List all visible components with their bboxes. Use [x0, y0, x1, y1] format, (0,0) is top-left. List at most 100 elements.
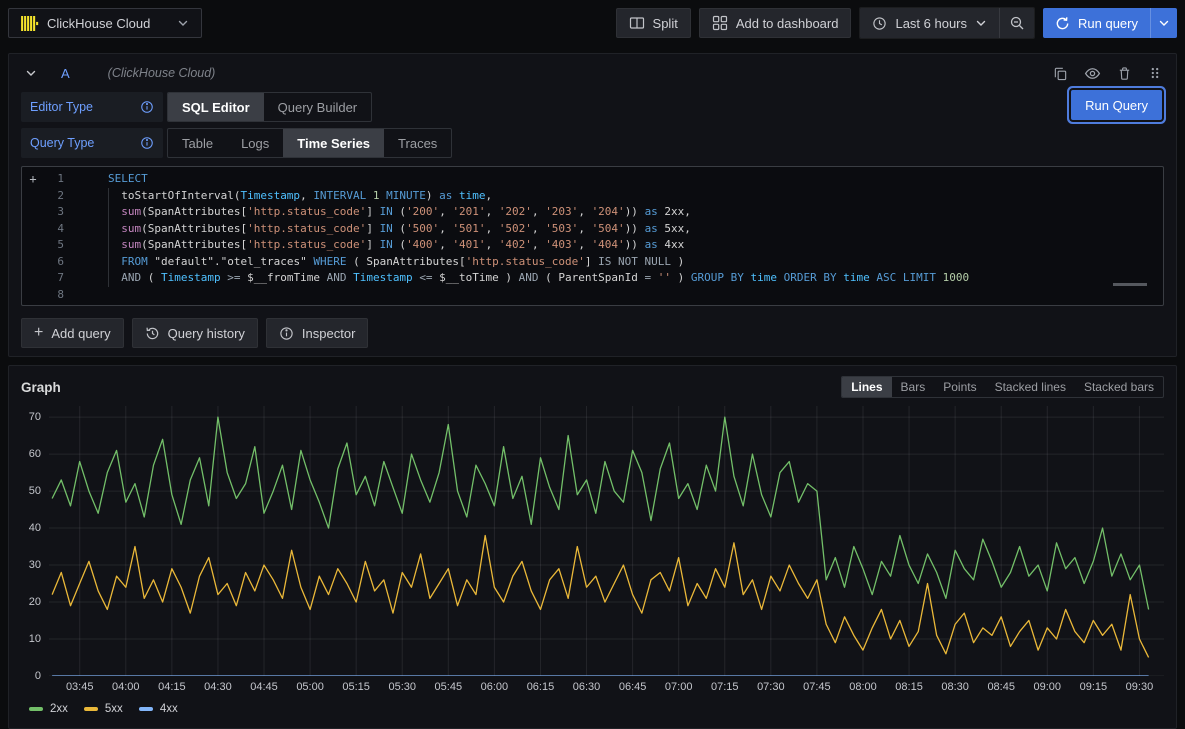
x-tick-label: 03:45 [66, 681, 94, 693]
split-label: Split [653, 16, 678, 31]
x-tick-label: 04:45 [250, 681, 278, 693]
option-logs[interactable]: Logs [227, 129, 283, 157]
query-type-row: Query Type TableLogsTime SeriesTraces [21, 128, 1164, 158]
sql-line-2[interactable]: 2 toStartOfInterval(Timestamp, INTERVAL … [22, 188, 1163, 205]
legend-item-2xx[interactable]: 2xx [29, 703, 68, 715]
y-tick-label: 10 [29, 633, 41, 645]
gutter-spacer [22, 221, 44, 238]
sql-code: +1SELECT2 toStartOfInterval(Timestamp, I… [22, 171, 1163, 303]
option-stacked-bars[interactable]: Stacked bars [1075, 377, 1163, 397]
copy-icon[interactable] [1053, 66, 1068, 81]
gutter-spacer [22, 287, 44, 304]
sql-line-1[interactable]: +1SELECT [22, 171, 1163, 188]
y-tick-label: 30 [29, 559, 41, 571]
datasource-picker[interactable]: ClickHouse Cloud [8, 8, 202, 38]
gutter-spacer [22, 270, 44, 287]
x-tick-label: 06:15 [527, 681, 555, 693]
sql-line-5[interactable]: 5 sum(SpanAttributes['http.status_code']… [22, 237, 1163, 254]
info-circle-icon[interactable] [140, 136, 154, 150]
add-to-dashboard-button[interactable]: Add to dashboard [699, 8, 852, 38]
time-range-label: Last 6 hours [895, 16, 967, 31]
x-tick-label: 04:00 [112, 681, 140, 693]
legend-item-4xx[interactable]: 4xx [139, 703, 178, 715]
x-tick-label: 08:15 [895, 681, 923, 693]
option-bars[interactable]: Bars [892, 377, 935, 397]
option-lines[interactable]: Lines [842, 377, 891, 397]
option-time-series[interactable]: Time Series [283, 129, 384, 157]
clickhouse-logo-icon [21, 16, 39, 31]
x-axis-labels: 03:4504:0004:1504:3004:4505:0005:1505:30… [49, 676, 1164, 696]
legend-swatch [139, 707, 153, 711]
x-tick-label: 08:45 [987, 681, 1015, 693]
plot-area[interactable] [49, 406, 1164, 676]
eye-icon[interactable] [1084, 65, 1101, 82]
legend-label: 2xx [50, 703, 68, 715]
query-datasource-hint: (ClickHouse Cloud) [108, 66, 216, 80]
query-row-header: A (ClickHouse Cloud) [21, 60, 1164, 86]
option-traces[interactable]: Traces [384, 129, 451, 157]
horizontal-scrollbar-thumb[interactable] [1113, 283, 1147, 286]
x-tick-label: 05:00 [296, 681, 324, 693]
legend-item-5xx[interactable]: 5xx [84, 703, 123, 715]
sql-line-4[interactable]: 4 sum(SpanAttributes['http.status_code']… [22, 221, 1163, 238]
option-points[interactable]: Points [934, 377, 985, 397]
zoom-out-button[interactable] [999, 8, 1034, 38]
editor-type-label: Editor Type [30, 100, 93, 114]
editor-type-label-chip: Editor Type [21, 92, 163, 122]
line-number: 2 [44, 188, 64, 205]
option-sql-editor[interactable]: SQL Editor [168, 93, 264, 121]
x-tick-label: 07:15 [711, 681, 739, 693]
add-to-dashboard-label: Add to dashboard [736, 16, 839, 31]
query-editor-panel: A (ClickHouse Cloud) Editor Type SQL Edi… [8, 53, 1177, 357]
x-tick-label: 05:30 [388, 681, 416, 693]
x-tick-label: 05:45 [435, 681, 463, 693]
inspector-button[interactable]: Inspector [266, 318, 368, 348]
line-number: 3 [44, 204, 64, 221]
sql-line-text: sum(SpanAttributes['http.status_code'] I… [64, 221, 691, 238]
option-table[interactable]: Table [168, 129, 227, 157]
sql-line-text [64, 287, 108, 304]
legend-swatch [29, 707, 43, 711]
option-stacked-lines[interactable]: Stacked lines [986, 377, 1075, 397]
gutter-spacer [22, 188, 44, 205]
line-number: 7 [44, 270, 64, 287]
sql-line-text: SELECT [64, 171, 148, 188]
option-query-builder[interactable]: Query Builder [264, 93, 371, 121]
add-query-button[interactable]: + Add query [21, 318, 124, 348]
query-type-label: Query Type [30, 136, 94, 150]
chevron-down-icon [1158, 17, 1170, 29]
run-query-editor-button[interactable]: Run Query [1071, 90, 1162, 120]
y-tick-label: 0 [35, 670, 41, 682]
split-button[interactable]: Split [616, 8, 691, 38]
panel-title: Graph [21, 380, 61, 395]
drag-dots-icon[interactable] [1148, 66, 1162, 80]
gutter-spacer [22, 204, 44, 221]
collapse-query-icon[interactable] [25, 67, 37, 79]
chevron-down-icon [177, 17, 189, 29]
sql-line-3[interactable]: 3 sum(SpanAttributes['http.status_code']… [22, 204, 1163, 221]
run-query-button[interactable]: Run query [1043, 8, 1150, 38]
chevron-down-icon [975, 17, 987, 29]
x-tick-label: 04:15 [158, 681, 186, 693]
time-range-button[interactable]: Last 6 hours [860, 8, 999, 38]
sql-line-8[interactable]: 8 [22, 287, 1163, 304]
gutter-spacer [22, 237, 44, 254]
apps-grid-icon [712, 15, 728, 31]
explore-toolbar: ClickHouse Cloud Split Add to dashboard … [0, 0, 1185, 46]
sql-line-7[interactable]: 7 AND ( Timestamp >= $__fromTime AND Tim… [22, 270, 1163, 287]
run-query-dropdown[interactable] [1150, 8, 1177, 38]
legend-label: 4xx [160, 703, 178, 715]
y-axis-labels: 010203040506070 [21, 406, 49, 676]
line-number: 1 [44, 171, 64, 188]
query-history-button[interactable]: Query history [132, 318, 258, 348]
info-circle-icon[interactable] [140, 100, 154, 114]
add-query-label: Add query [51, 326, 110, 341]
run-query-split-button: Run query [1043, 8, 1177, 38]
chart-region: 010203040506070 [21, 406, 1164, 676]
y-tick-label: 40 [29, 522, 41, 534]
sql-line-6[interactable]: 6 FROM "default"."otel_traces" WHERE ( S… [22, 254, 1163, 271]
query-history-label: Query history [168, 326, 245, 341]
sql-editor[interactable]: +1SELECT2 toStartOfInterval(Timestamp, I… [21, 166, 1164, 306]
query-type-toggle: TableLogsTime SeriesTraces [167, 128, 452, 158]
trash-icon[interactable] [1117, 66, 1132, 81]
